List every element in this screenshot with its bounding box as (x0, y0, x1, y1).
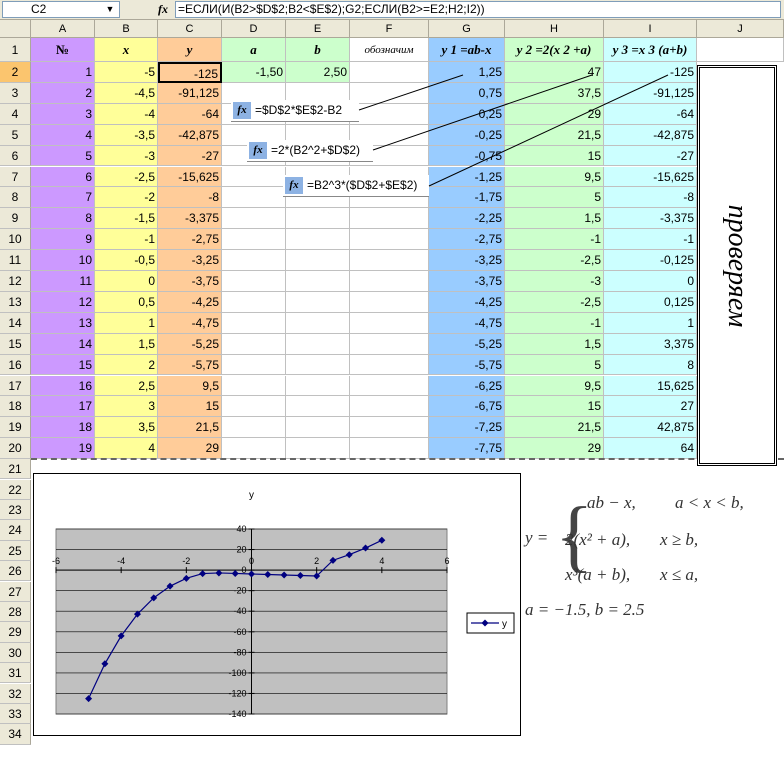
chart-area[interactable]: -6 -4 -2 0 2 4 6 40 20 0 -20 -40 -60 -80 -100 -120 -140 y… (33, 473, 521, 736)
x-tick-label: 2 (314, 556, 319, 566)
x-tick-label: 0 (249, 556, 254, 566)
y-tick-label: -60 (233, 627, 246, 637)
x-tick-label: 4 (379, 556, 384, 566)
case2-expr: 2(x² + a), (565, 530, 631, 549)
y-tick-label: -120 (228, 688, 246, 698)
case3-expr: x³(a + b), (565, 565, 631, 584)
x-tick-label: -4 (117, 556, 125, 566)
piecewise-formula: y = { ab − x, a < x < b, 2(x² + a), x ≥ … (525, 490, 780, 630)
y-tick-label: -100 (228, 668, 246, 678)
y-tick-label: 20 (236, 545, 246, 555)
case3-cond: x ≤ a, (660, 565, 699, 584)
x-tick-label: -2 (182, 556, 190, 566)
chart-svg: -6 -4 -2 0 2 4 640200-20-40-60-80-100-120-140y… (52, 490, 515, 719)
x-tick-label: -6 (52, 556, 60, 566)
formula-lhs: y = (525, 528, 549, 547)
check-button[interactable]: проверяем (697, 65, 777, 466)
case1-expr: ab − x, (587, 493, 636, 512)
y-tick-label: -140 (228, 709, 246, 719)
case1-cond: a < x < b, (675, 493, 744, 512)
x-tick-label: 6 (444, 556, 449, 566)
legend-label: y (502, 619, 507, 630)
case2-cond: x ≥ b, (660, 530, 699, 549)
y-tick-label: -80 (233, 647, 246, 657)
check-button-label: проверяем (722, 204, 753, 327)
params-line: a = −1.5, b = 2.5 (525, 600, 645, 619)
y-tick-label: -20 (233, 586, 246, 596)
chart-title: y (249, 490, 254, 501)
y-tick-label: -40 (233, 606, 246, 616)
y-tick-label: 40 (236, 524, 246, 534)
